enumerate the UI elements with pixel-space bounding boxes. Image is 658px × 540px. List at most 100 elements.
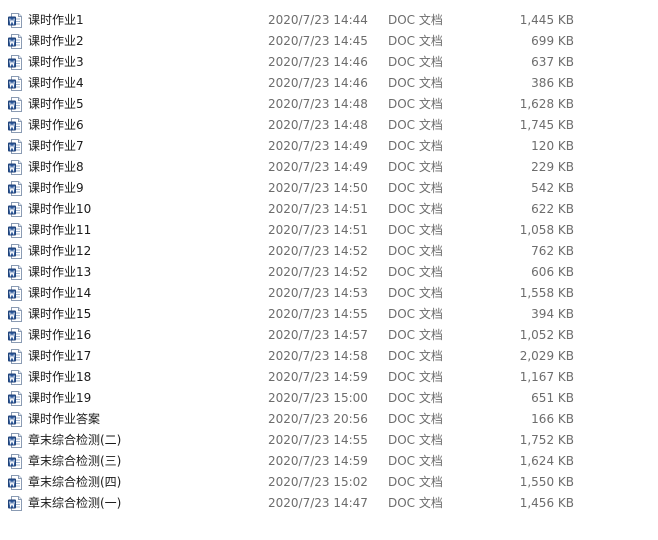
- file-row[interactable]: 课时作业12 2020/7/23 14:52 DOC 文档 762 KB: [0, 241, 658, 262]
- file-name: 课时作业11: [28, 223, 92, 237]
- file-name: 课时作业8: [28, 160, 84, 174]
- word-document-icon: [8, 391, 22, 406]
- file-type: DOC 文档: [388, 286, 443, 300]
- file-type: DOC 文档: [388, 475, 443, 489]
- file-type: DOC 文档: [388, 244, 443, 258]
- file-name: 章末综合检测(二): [28, 433, 122, 447]
- file-size: 699 KB: [531, 34, 574, 48]
- file-name: 章末综合检测(三): [28, 454, 122, 468]
- file-date-modified: 2020/7/23 14:57: [268, 328, 368, 342]
- file-date-modified: 2020/7/23 14:51: [268, 202, 368, 216]
- file-date-modified: 2020/7/23 14:45: [268, 34, 368, 48]
- file-size: 1,445 KB: [519, 13, 574, 27]
- file-name: 课时作业答案: [28, 412, 101, 426]
- file-row[interactable]: 章末综合检测(一) 2020/7/23 14:47 DOC 文档 1,456 K…: [0, 493, 658, 514]
- file-date-modified: 2020/7/23 14:59: [268, 370, 368, 384]
- file-date-modified: 2020/7/23 14:53: [268, 286, 368, 300]
- file-size: 1,624 KB: [519, 454, 574, 468]
- file-type: DOC 文档: [388, 370, 443, 384]
- file-row[interactable]: 课时作业4 2020/7/23 14:46 DOC 文档 386 KB: [0, 73, 658, 94]
- word-document-icon: [8, 202, 22, 217]
- file-type: DOC 文档: [388, 391, 443, 405]
- file-date-modified: 2020/7/23 14:48: [268, 118, 368, 132]
- word-document-icon: [8, 286, 22, 301]
- file-row[interactable]: 课时作业3 2020/7/23 14:46 DOC 文档 637 KB: [0, 52, 658, 73]
- file-type: DOC 文档: [388, 454, 443, 468]
- file-date-modified: 2020/7/23 14:55: [268, 307, 368, 321]
- file-row[interactable]: 课时作业1 2020/7/23 14:44 DOC 文档 1,445 KB: [0, 10, 658, 31]
- file-row[interactable]: 课时作业答案 2020/7/23 20:56 DOC 文档 166 KB: [0, 409, 658, 430]
- word-document-icon: [8, 496, 22, 511]
- word-document-icon: [8, 181, 22, 196]
- file-type: DOC 文档: [388, 202, 443, 216]
- file-row[interactable]: 章末综合检测(二) 2020/7/23 14:55 DOC 文档 1,752 K…: [0, 430, 658, 451]
- file-row[interactable]: 课时作业13 2020/7/23 14:52 DOC 文档 606 KB: [0, 262, 658, 283]
- file-type: DOC 文档: [388, 97, 443, 111]
- file-size: 1,167 KB: [519, 370, 574, 384]
- file-size: 622 KB: [531, 202, 574, 216]
- word-document-icon: [8, 244, 22, 259]
- file-size: 606 KB: [531, 265, 574, 279]
- file-row[interactable]: 课时作业18 2020/7/23 14:59 DOC 文档 1,167 KB: [0, 367, 658, 388]
- file-type: DOC 文档: [388, 433, 443, 447]
- file-row[interactable]: 章末综合检测(三) 2020/7/23 14:59 DOC 文档 1,624 K…: [0, 451, 658, 472]
- word-document-icon: [8, 118, 22, 133]
- file-row[interactable]: 课时作业5 2020/7/23 14:48 DOC 文档 1,628 KB: [0, 94, 658, 115]
- file-type: DOC 文档: [388, 139, 443, 153]
- file-type: DOC 文档: [388, 307, 443, 321]
- file-size: 394 KB: [531, 307, 574, 321]
- file-size: 229 KB: [531, 160, 574, 174]
- file-name: 课时作业10: [28, 202, 92, 216]
- file-row[interactable]: 课时作业14 2020/7/23 14:53 DOC 文档 1,558 KB: [0, 283, 658, 304]
- word-document-icon: [8, 55, 22, 70]
- file-type: DOC 文档: [388, 496, 443, 510]
- word-document-icon: [8, 454, 22, 469]
- file-date-modified: 2020/7/23 14:59: [268, 454, 368, 468]
- file-row[interactable]: 课时作业8 2020/7/23 14:49 DOC 文档 229 KB: [0, 157, 658, 178]
- word-document-icon: [8, 97, 22, 112]
- file-size: 1,456 KB: [519, 496, 574, 510]
- file-type: DOC 文档: [388, 118, 443, 132]
- word-document-icon: [8, 265, 22, 280]
- file-size: 386 KB: [531, 76, 574, 90]
- file-date-modified: 2020/7/23 14:44: [268, 13, 368, 27]
- file-row[interactable]: 课时作业2 2020/7/23 14:45 DOC 文档 699 KB: [0, 31, 658, 52]
- file-row[interactable]: 章末综合检测(四) 2020/7/23 15:02 DOC 文档 1,550 K…: [0, 472, 658, 493]
- file-date-modified: 2020/7/23 14:50: [268, 181, 368, 195]
- file-size: 762 KB: [531, 244, 574, 258]
- file-name: 课时作业12: [28, 244, 92, 258]
- file-type: DOC 文档: [388, 265, 443, 279]
- file-name: 课时作业3: [28, 55, 84, 69]
- file-name: 课时作业17: [28, 349, 92, 363]
- file-size: 1,745 KB: [519, 118, 574, 132]
- file-name: 章末综合检测(四): [28, 475, 122, 489]
- file-name: 课时作业2: [28, 34, 84, 48]
- file-row[interactable]: 课时作业17 2020/7/23 14:58 DOC 文档 2,029 KB: [0, 346, 658, 367]
- file-type: DOC 文档: [388, 76, 443, 90]
- file-row[interactable]: 课时作业10 2020/7/23 14:51 DOC 文档 622 KB: [0, 199, 658, 220]
- file-type: DOC 文档: [388, 55, 443, 69]
- file-date-modified: 2020/7/23 15:02: [268, 475, 368, 489]
- file-name: 课时作业15: [28, 307, 92, 321]
- file-date-modified: 2020/7/23 14:46: [268, 55, 368, 69]
- file-date-modified: 2020/7/23 20:56: [268, 412, 368, 426]
- file-name: 课时作业1: [28, 13, 84, 27]
- word-document-icon: [8, 349, 22, 364]
- file-date-modified: 2020/7/23 14:58: [268, 349, 368, 363]
- file-row[interactable]: 课时作业7 2020/7/23 14:49 DOC 文档 120 KB: [0, 136, 658, 157]
- word-document-icon: [8, 76, 22, 91]
- file-row[interactable]: 课时作业15 2020/7/23 14:55 DOC 文档 394 KB: [0, 304, 658, 325]
- file-row[interactable]: 课时作业16 2020/7/23 14:57 DOC 文档 1,052 KB: [0, 325, 658, 346]
- file-row[interactable]: 课时作业11 2020/7/23 14:51 DOC 文档 1,058 KB: [0, 220, 658, 241]
- file-row[interactable]: 课时作业9 2020/7/23 14:50 DOC 文档 542 KB: [0, 178, 658, 199]
- file-date-modified: 2020/7/23 14:55: [268, 433, 368, 447]
- file-size: 1,628 KB: [519, 97, 574, 111]
- word-document-icon: [8, 433, 22, 448]
- file-row[interactable]: 课时作业19 2020/7/23 15:00 DOC 文档 651 KB: [0, 388, 658, 409]
- file-date-modified: 2020/7/23 14:52: [268, 244, 368, 258]
- file-name: 课时作业7: [28, 139, 84, 153]
- file-date-modified: 2020/7/23 14:49: [268, 160, 368, 174]
- file-date-modified: 2020/7/23 14:49: [268, 139, 368, 153]
- file-name: 章末综合检测(一): [28, 496, 122, 510]
- file-row[interactable]: 课时作业6 2020/7/23 14:48 DOC 文档 1,745 KB: [0, 115, 658, 136]
